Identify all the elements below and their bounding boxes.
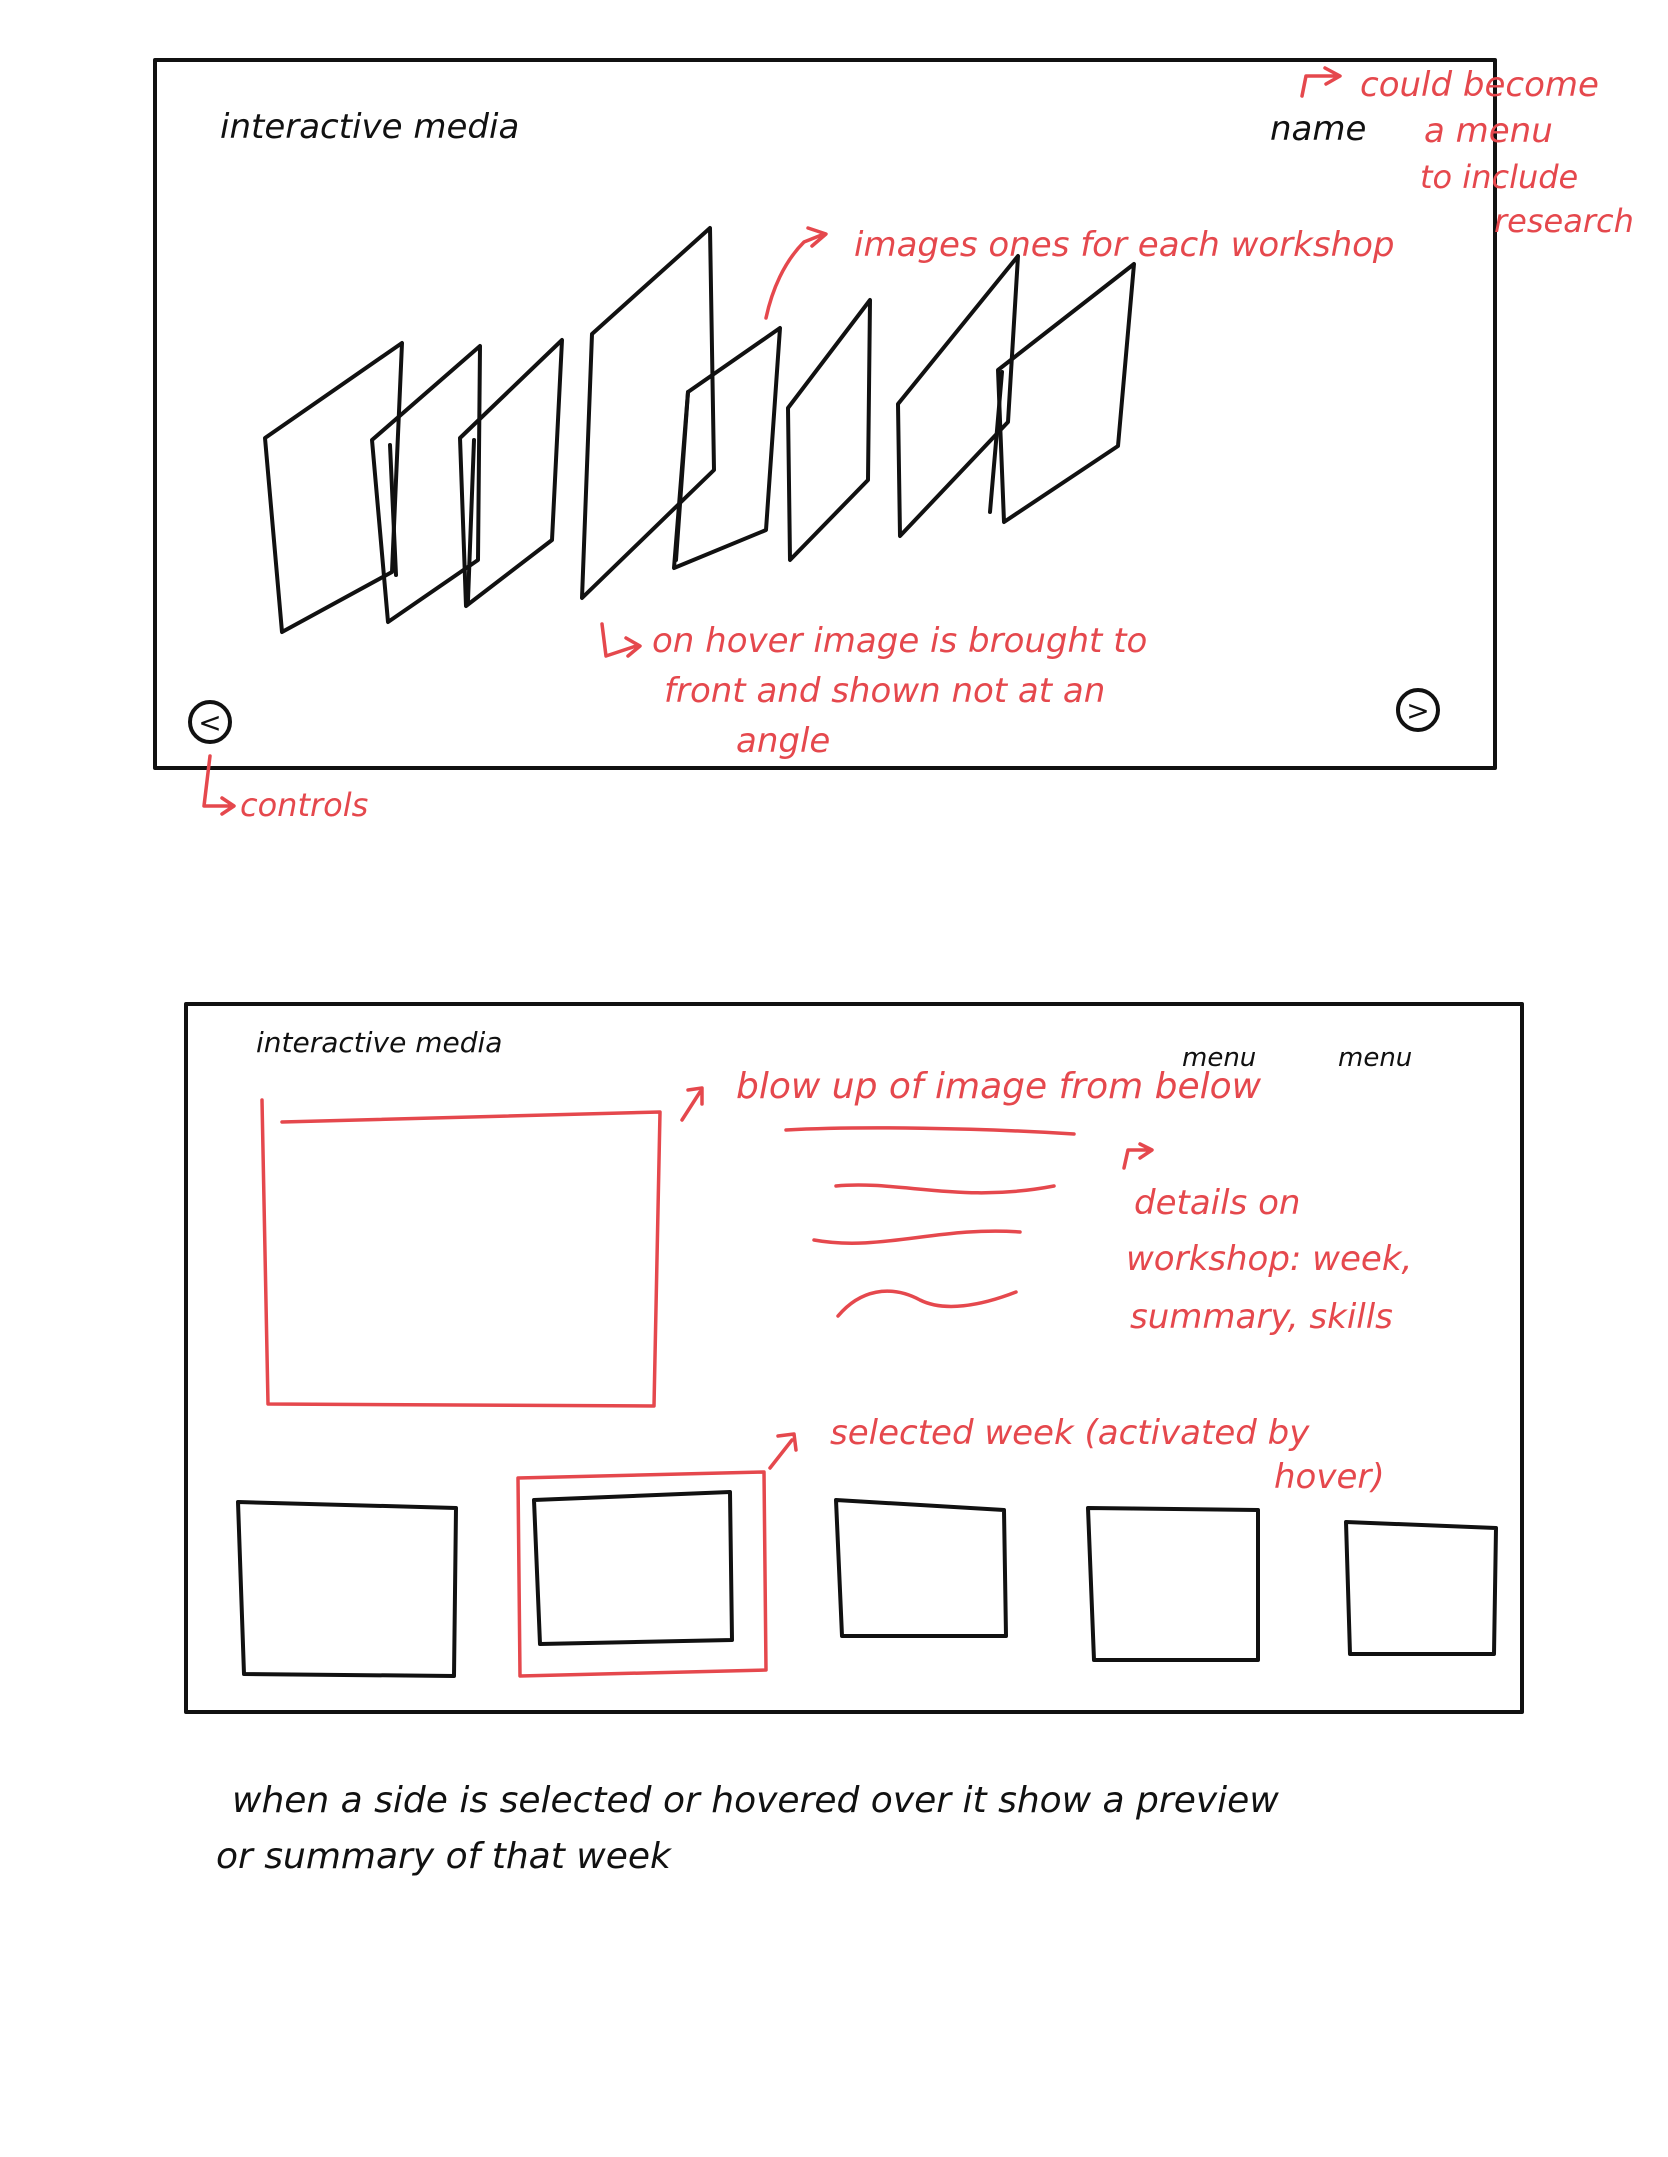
details-annotation-line-3: summary, skills bbox=[1130, 1297, 1393, 1337]
site-title: interactive media bbox=[220, 107, 519, 147]
week-thumbnail[interactable] bbox=[834, 1498, 1008, 1638]
workshop-image-panel[interactable] bbox=[458, 338, 564, 608]
workshop-image-panel[interactable] bbox=[672, 326, 782, 570]
name-label: name bbox=[1270, 109, 1366, 149]
wireframe-canvas: interactive media name could become a me… bbox=[153, 58, 1634, 1877]
details-annotation-line-2: workshop: week, bbox=[1126, 1239, 1412, 1279]
controls-annotation: controls bbox=[240, 786, 368, 824]
footer-note-line-1: when a side is selected or hovered over … bbox=[232, 1780, 1279, 1821]
chevron-left-icon: < bbox=[198, 706, 221, 739]
menu-item[interactable]: menu bbox=[1338, 1043, 1412, 1073]
week-thumbnails bbox=[236, 1470, 1498, 1678]
detail-text-line bbox=[784, 1126, 1076, 1136]
blowup-annotation: blow up of image from below bbox=[736, 1066, 1262, 1107]
controls-annotation-arrow bbox=[202, 754, 236, 816]
chevron-right-icon: > bbox=[1406, 694, 1429, 727]
hover-annotation-line-1: on hover image is brought to bbox=[652, 621, 1147, 661]
workshop-image-stack bbox=[263, 226, 1136, 634]
images-annotation: images ones for each workshop bbox=[854, 225, 1395, 265]
next-control-button[interactable]: > bbox=[1396, 688, 1440, 732]
workshop-image-panel[interactable] bbox=[263, 341, 404, 634]
details-annotation-line-1: details on bbox=[1134, 1183, 1300, 1223]
week-thumbnail[interactable] bbox=[1344, 1520, 1498, 1656]
menu-annotation-line-4: research bbox=[1494, 202, 1634, 240]
site-title: interactive media bbox=[256, 1026, 502, 1059]
blowup-annotation-arrow bbox=[680, 1086, 704, 1122]
details-annotation-arrow bbox=[1122, 1142, 1154, 1170]
selected-annotation-line-2: hover) bbox=[1274, 1457, 1385, 1497]
week-thumbnail[interactable] bbox=[236, 1500, 458, 1678]
hover-annotation-arrow bbox=[600, 622, 642, 658]
detail-text-line bbox=[834, 1183, 1056, 1195]
hover-annotation-line-3: angle bbox=[736, 721, 830, 761]
menu-annotation-line-1: could become bbox=[1360, 65, 1599, 105]
detail-text-line bbox=[836, 1289, 1018, 1318]
sketch-1-frame bbox=[153, 58, 1497, 770]
detail-text-line bbox=[812, 1229, 1022, 1245]
selected-annotation-line-1: selected week (activated by bbox=[830, 1413, 1310, 1453]
footer-note-line-2: or summary of that week bbox=[216, 1836, 673, 1877]
week-thumbnail[interactable] bbox=[532, 1490, 734, 1646]
menu-annotation-line-3: to include bbox=[1420, 158, 1578, 196]
workshop-image-panel[interactable] bbox=[786, 298, 872, 562]
prev-control-button[interactable]: < bbox=[188, 700, 232, 744]
menu-annotation-line-2: a menu bbox=[1424, 111, 1553, 151]
menu-annotation-arrow bbox=[1300, 66, 1342, 98]
workshop-details-placeholder bbox=[784, 1126, 1076, 1318]
hover-annotation-line-2: front and shown not at an bbox=[664, 671, 1105, 711]
images-annotation-arrow bbox=[764, 226, 828, 320]
sketch-2-detail-wireframe: interactive media menu menu blow up of i… bbox=[184, 1002, 1524, 1714]
selected-annotation-arrow bbox=[768, 1432, 798, 1470]
workshop-image-panel[interactable] bbox=[996, 262, 1136, 524]
week-thumbnail[interactable] bbox=[1086, 1506, 1260, 1662]
sketch-1-carousel-wireframe: interactive media name could become a me… bbox=[153, 58, 1634, 824]
workshop-image-panel[interactable] bbox=[580, 226, 716, 600]
featured-image-placeholder bbox=[260, 1098, 662, 1408]
sketch-2-frame bbox=[184, 1002, 1524, 1714]
